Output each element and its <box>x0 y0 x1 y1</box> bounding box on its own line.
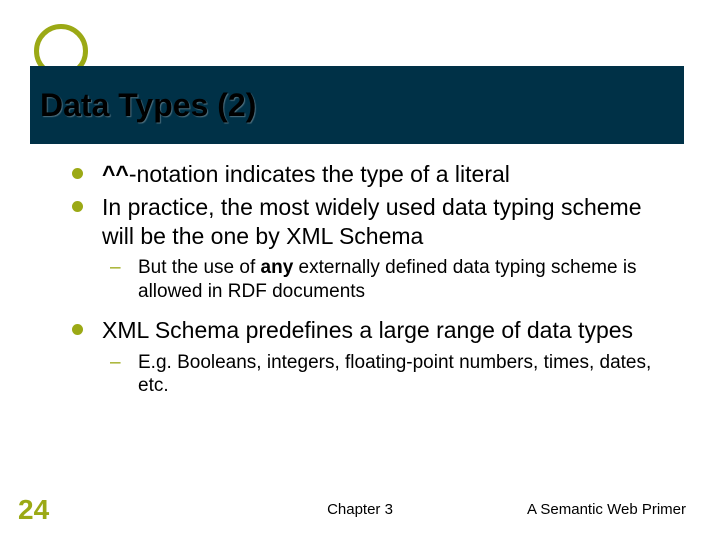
bullet-2-text: In practice, the most widely used data t… <box>102 194 642 249</box>
bullet-2-sub-1: But the use of any externally defined da… <box>110 256 672 304</box>
bullet-3-text: XML Schema predefines a large range of d… <box>102 317 633 343</box>
slide: Data Types (2) ^^-notation indicates the… <box>0 0 720 540</box>
footer-right: A Semantic Web Primer <box>527 501 686 518</box>
bullet-2: In practice, the most widely used data t… <box>72 193 672 304</box>
bullet-2-sub-1-pre: But the use of <box>138 257 261 278</box>
title-bar: Data Types (2) <box>30 66 684 144</box>
slide-body: ^^-notation indicates the type of a lite… <box>72 160 672 410</box>
bullet-2-sub-1-bold: any <box>261 257 294 278</box>
page-number: 24 <box>18 494 49 526</box>
bullet-1: ^^-notation indicates the type of a lite… <box>72 160 672 189</box>
slide-title: Data Types (2) <box>40 87 256 124</box>
bullet-1-text: -notation indicates the type of a litera… <box>129 161 510 187</box>
bullet-3-sub-1-text: E.g. Booleans, integers, floating-point … <box>138 352 651 397</box>
bullet-1-prefix: ^^ <box>102 161 129 187</box>
bullet-3-sub-1: E.g. Booleans, integers, floating-point … <box>110 351 672 399</box>
bullet-3: XML Schema predefines a large range of d… <box>72 316 672 398</box>
